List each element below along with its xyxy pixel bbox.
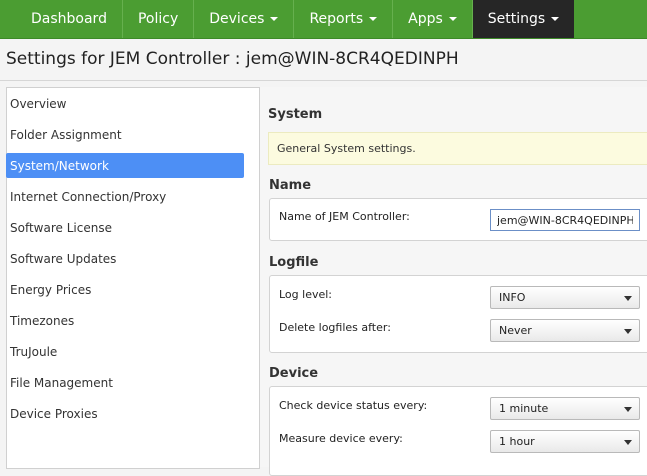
measure-device-select[interactable]: 1 hour [490,430,640,453]
nav-policy-label: Policy [137,11,179,27]
sidebar-item-software-license[interactable]: Software License [6,215,244,240]
nav-policy[interactable]: Policy [123,0,195,38]
chevron-down-icon [448,17,457,21]
sidebar-item-folder-assignment[interactable]: Folder Assignment [6,122,244,147]
nav-settings[interactable]: Settings [472,0,575,38]
measure-device-label: Measure device every: [279,432,403,445]
section-heading-system: System [268,107,323,122]
delete-logfiles-value: Never [499,324,532,337]
nav-dashboard-label: Dashboard [31,11,107,27]
sidebar-item-energy-prices[interactable]: Energy Prices [6,277,244,302]
chevron-down-icon [624,329,632,334]
section-heading-name: Name [269,178,312,193]
log-level-label: Log level: [279,288,333,301]
sidebar-item-system-network[interactable]: System/Network [6,153,244,178]
chevron-down-icon [551,17,560,21]
section-heading-logfile: Logfile [269,255,319,270]
sidebar-item-software-updates[interactable]: Software Updates [6,246,244,271]
check-status-select[interactable]: 1 minute [490,397,640,420]
check-status-label: Check device status every: [279,399,428,412]
section-heading-device: Device [269,366,319,381]
sidebar-item-device-proxies[interactable]: Device Proxies [6,401,244,426]
page-title: Settings for JEM Controller : jem@WIN-8C… [6,49,459,69]
nav-reports-label: Reports [309,11,364,27]
measure-device-value: 1 hour [499,435,535,448]
chevron-down-icon [270,17,279,21]
nav-apps[interactable]: Apps [393,0,473,38]
sidebar-item-file-management[interactable]: File Management [6,370,244,395]
log-level-select[interactable]: INFO [490,286,640,309]
nav-devices-label: Devices [209,11,265,27]
sidebar-item-trujoule[interactable]: TruJoule [6,339,244,364]
sidebar-item-internet-connection-proxy[interactable]: Internet Connection/Proxy [6,184,244,209]
nav-dashboard[interactable]: Dashboard [0,0,123,38]
sidebar-item-overview[interactable]: Overview [6,91,244,116]
top-navigation-bar: Dashboard Policy Devices Reports Apps Se… [0,0,647,39]
chevron-down-icon [369,17,378,21]
nav-reports[interactable]: Reports [294,0,394,38]
nav-settings-label: Settings [487,11,546,27]
chevron-down-icon [624,407,632,412]
sidebar-item-timezones[interactable]: Timezones [6,308,244,333]
check-status-value: 1 minute [499,402,549,415]
delete-logfiles-label: Delete logfiles after: [279,321,391,334]
log-level-value: INFO [499,291,526,304]
delete-logfiles-select[interactable]: Never [490,319,640,342]
controller-name-label: Name of JEM Controller: [279,210,410,223]
chevron-down-icon [624,440,632,445]
info-banner: General System settings. [268,132,647,165]
nav-devices[interactable]: Devices [194,0,295,38]
nav-apps-label: Apps [408,11,443,27]
controller-name-input[interactable] [490,209,640,231]
chevron-down-icon [624,296,632,301]
title-divider [0,80,647,81]
